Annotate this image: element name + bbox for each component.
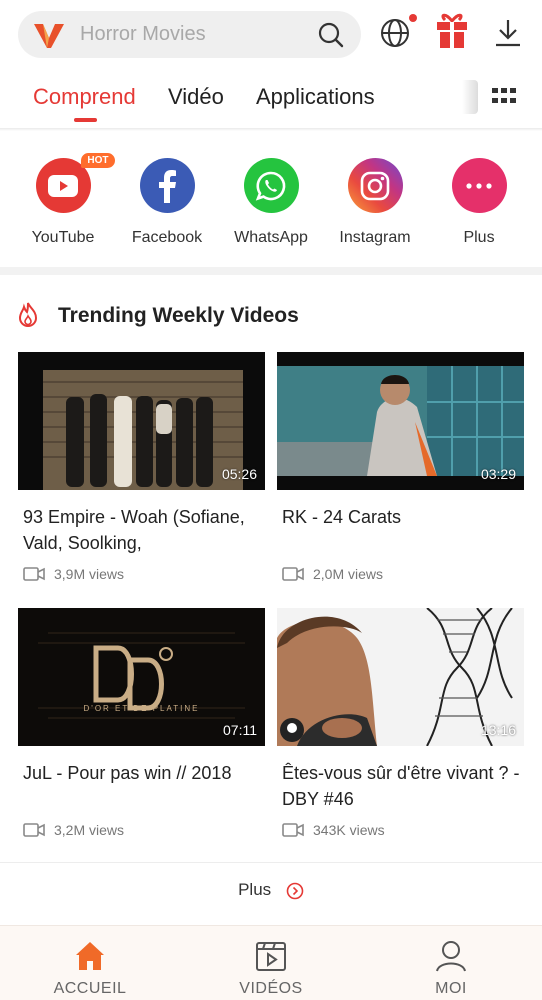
shortcut-facebook[interactable]: Facebook [122, 158, 212, 247]
search-bar[interactable]: Horror Movies [18, 11, 361, 58]
more-button[interactable]: Plus [0, 880, 542, 900]
video-card[interactable]: 05:26 93 Empire - Woah (Sofiane, Vald, S… [18, 352, 265, 582]
youtube-icon: HOT [35, 153, 115, 213]
video-title[interactable]: 93 Empire - Woah (Sofiane, Vald, Soolkin… [23, 504, 263, 556]
profile-icon [436, 941, 466, 972]
video-views: 2,0M views [282, 566, 524, 582]
shortcut-youtube[interactable]: HOT YouTube [18, 153, 115, 247]
nav-videos[interactable]: VIDÉOS [206, 936, 336, 998]
video-duration: 13:16 [480, 722, 516, 738]
trending-header: Trending Weekly Videos [0, 290, 542, 340]
video-views: 3,9M views [23, 566, 265, 582]
grid-menu-icon[interactable] [488, 86, 520, 110]
gift-icon[interactable] [436, 13, 468, 49]
top-bar: Horror Movies [0, 0, 542, 70]
nav-profile[interactable]: MOI [386, 936, 516, 998]
views-count: 343K views [313, 822, 385, 838]
tab-comprend[interactable]: Comprend [33, 84, 136, 110]
fire-icon [18, 302, 38, 327]
section-title: Trending Weekly Videos [58, 304, 299, 327]
video-title[interactable]: JuL - Pour pas win // 2018 [23, 760, 263, 812]
video-duration: 07:11 [223, 722, 257, 738]
video-card[interactable]: 03:29 RK - 24 Carats 2,0M views [277, 352, 524, 582]
language-button[interactable] [379, 14, 417, 49]
video-title[interactable]: Êtes-vous sûr d'être vivant ? - DBY #46 [282, 760, 522, 812]
tab-video[interactable]: Vidéo [168, 84, 224, 110]
shortcut-row: HOT YouTube Facebook WhatsApp Instagram [0, 140, 542, 265]
more-icon [451, 158, 507, 213]
globe-icon [381, 19, 409, 47]
video-duration: 03:29 [480, 466, 516, 482]
search-icon[interactable] [317, 21, 345, 49]
video-views: 343K views [282, 822, 524, 838]
shortcut-label: WhatsApp [234, 229, 308, 246]
views-count: 3,2M views [54, 822, 125, 838]
shortcut-label: YouTube [31, 229, 95, 246]
instagram-icon [347, 158, 403, 213]
video-camera-icon [282, 823, 304, 837]
category-tabs: Comprend Vidéo Applications [0, 72, 542, 130]
tabs-shadow [0, 128, 542, 131]
more-separator [0, 862, 542, 863]
video-title[interactable]: RK - 24 Carats [282, 504, 522, 556]
video-card[interactable]: D'OR ET DE PLATINE 07:11 JuL - Pour pas … [18, 608, 265, 838]
vidmate-logo-icon [34, 24, 64, 48]
notification-dot [409, 14, 417, 22]
tabs-fade [462, 80, 478, 114]
nav-label: VIDÉOS [239, 980, 303, 997]
section-divider [0, 267, 542, 275]
more-label: Plus [238, 880, 272, 899]
chevron-right-circle-icon [286, 882, 304, 899]
video-card[interactable]: 13:16 Êtes-vous sûr d'être vivant ? - DB… [277, 608, 524, 838]
video-thumbnail[interactable]: 05:26 [18, 352, 265, 490]
video-duration: 05:26 [221, 466, 257, 482]
views-count: 3,9M views [54, 566, 125, 582]
facebook-icon [139, 158, 195, 213]
download-icon[interactable] [494, 18, 522, 48]
nav-label: ACCUEIL [53, 980, 127, 997]
shortcut-instagram[interactable]: Instagram [330, 158, 420, 247]
video-thumbnail[interactable]: 13:16 [277, 608, 524, 746]
video-camera-icon [23, 823, 45, 837]
shortcut-label: Instagram [339, 229, 411, 246]
video-icon [256, 942, 286, 971]
nav-label: MOI [435, 980, 467, 997]
active-tab-indicator [74, 118, 97, 122]
whatsapp-icon [243, 158, 299, 213]
video-camera-icon [23, 567, 45, 581]
bottom-navigation: ACCUEIL VIDÉOS MOI [0, 925, 542, 1000]
nav-home[interactable]: ACCUEIL [25, 936, 155, 998]
video-thumbnail[interactable]: 03:29 [277, 352, 524, 490]
hot-badge: HOT [81, 153, 115, 168]
views-count: 2,0M views [313, 566, 384, 582]
tab-applications[interactable]: Applications [256, 84, 375, 110]
shortcut-whatsapp[interactable]: WhatsApp [226, 158, 316, 247]
video-thumbnail[interactable]: D'OR ET DE PLATINE 07:11 [18, 608, 265, 746]
video-camera-icon [282, 567, 304, 581]
shortcut-more[interactable]: Plus [434, 158, 524, 247]
thumbnail-caption: D'OR ET DE PLATINE [83, 704, 200, 713]
shortcut-label: Plus [463, 229, 495, 246]
video-views: 3,2M views [23, 822, 265, 838]
shortcut-label: Facebook [131, 229, 203, 246]
search-placeholder: Horror Movies [80, 23, 206, 45]
home-icon [76, 942, 104, 970]
